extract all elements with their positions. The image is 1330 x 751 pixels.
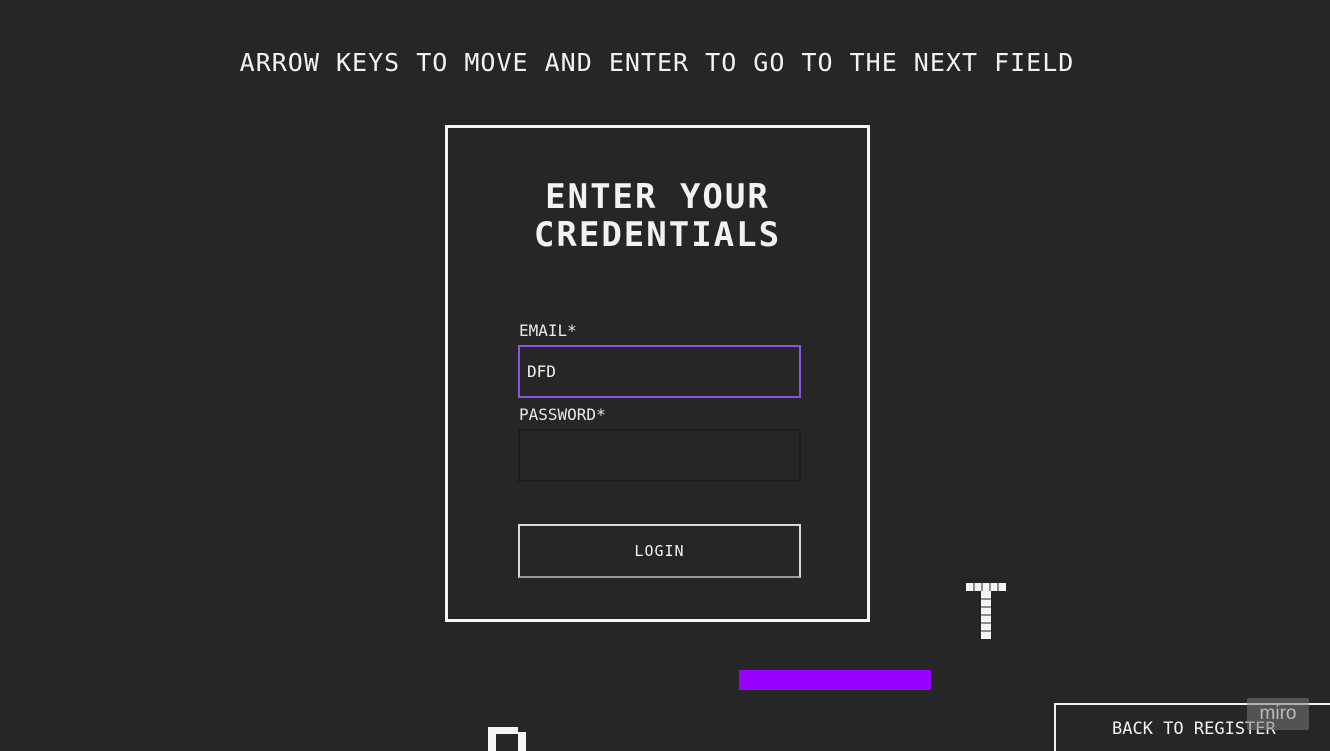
panel-title: ENTER YOUR CREDENTIALS: [533, 177, 782, 255]
password-label: PASSWORD*: [519, 405, 606, 424]
login-screen: ARROW KEYS TO MOVE AND ENTER TO GO TO TH…: [0, 0, 1330, 751]
miro-watermark: miro: [1247, 698, 1309, 730]
login-panel: ENTER YOUR CREDENTIALS EMAIL* PASSWORD* …: [445, 125, 870, 622]
pixel-letter-d-icon: [488, 727, 526, 751]
login-button[interactable]: LOGIN: [518, 524, 801, 578]
pixel-letter-t-icon: [966, 583, 1006, 639]
email-label: EMAIL*: [519, 321, 577, 340]
purple-platform: [739, 670, 931, 690]
email-field[interactable]: [518, 345, 801, 398]
instructions-text: ARROW KEYS TO MOVE AND ENTER TO GO TO TH…: [239, 48, 1075, 77]
password-field[interactable]: [518, 429, 801, 482]
